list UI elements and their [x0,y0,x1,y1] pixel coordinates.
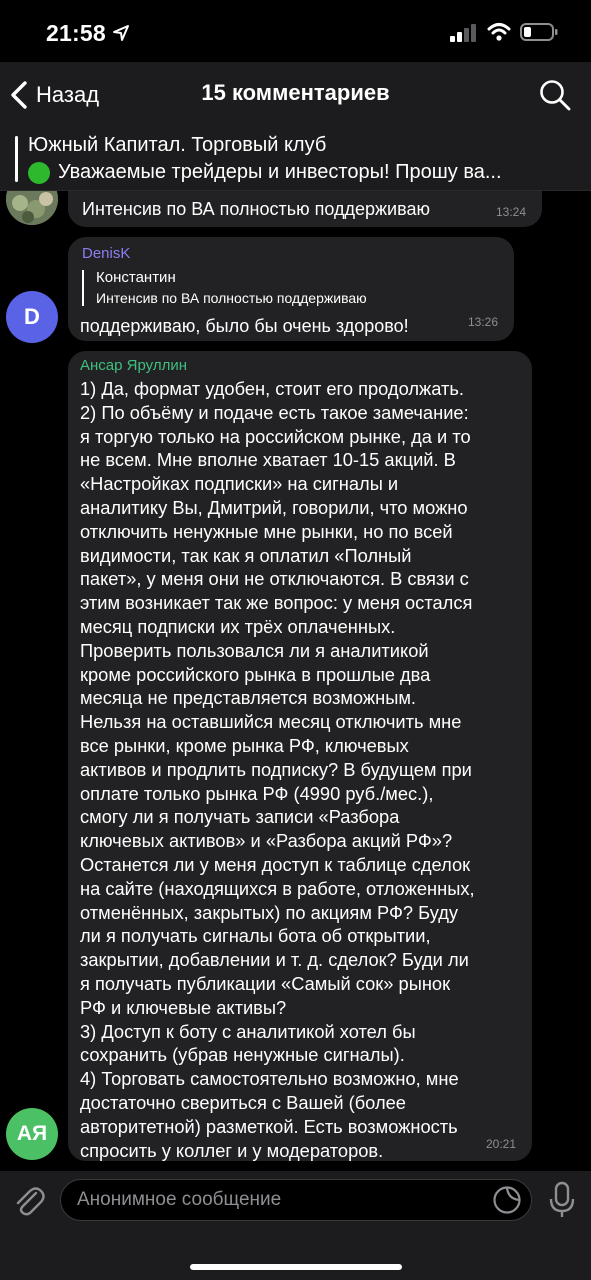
message-line: на сайте (находящихся в работе, отложенн… [80,877,475,899]
message-line: активов и продлить подписку? В будущем п… [80,758,472,780]
reply-author[interactable]: Константин [96,269,176,286]
message-bubble[interactable]: Ансар Яруллин 1) Да, формат удобен, стои… [68,351,532,1161]
pinned-post-text: Уважаемые трейдеры и инвесторы! Прошу ва… [58,161,502,183]
message-line: Нельзя на оставшийся месяц отключить мне [80,711,462,733]
green-circle-icon [28,161,50,184]
pinned-post-header[interactable]: Южный Капитал. Торговый клуб Уважаемые т… [0,128,591,191]
back-label: Назад [36,82,100,107]
avatar[interactable]: АЯ [6,1108,58,1160]
navigation-bar: Назад 15 комментариев [0,62,591,128]
pinned-post-preview: Уважаемые трейдеры и инвесторы! Прошу ва… [28,161,568,184]
pinned-accent-bar [15,136,18,182]
message-line: Останется ли у меня доступ к таблице сде… [80,853,471,875]
message-line: смогу ли я получать записи «Разбора [80,806,400,828]
paperclip-icon[interactable] [12,1183,46,1219]
message-line: я торгую только на российском рынке, да … [80,425,471,447]
message-line: достаточно свериться с Вашей (более [80,1091,406,1113]
message-time: 13:26 [467,315,498,329]
chevron-left-icon [11,81,27,109]
message-line: пакет», у меня они не отключаются. В свя… [80,568,469,590]
message-line: я получать публикации «Самый сок» рынок [80,972,451,994]
message-line: аналитику Вы, Дмитрий, говорили, что мож… [80,496,468,518]
message-line: месяц подписки их трёх оплаченных. [80,615,396,637]
reply-text[interactable]: Интенсив по ВА полностью поддерживаю [96,290,367,306]
message-composer [0,1171,591,1280]
message-text: поддерживаю, было бы очень здорово! [80,316,409,336]
message-line: видимости, так как я оплатил «Полный [80,544,412,566]
sticker-icon[interactable] [492,1185,522,1215]
avatar[interactable]: D [6,291,58,343]
message-text: 1) Да, формат удобен, стоит его продолжа… [80,377,526,1162]
message-line: кроме российского рынка в прошлые два [80,663,431,685]
home-indicator [190,1264,402,1270]
avatar-photo [6,191,58,225]
avatar[interactable] [6,191,58,225]
message-line: 3) Доступ к боту с аналитикой хотел бы [80,1020,416,1042]
message-line: ключевых активов» и «Разбора акций РФ»? [80,830,453,852]
reply-accent-bar [82,270,84,306]
message-line: Проверить пользовался ли я аналитикой [80,639,429,661]
message-line: отключить ненужные мне рынки, но по всей [80,520,453,542]
message-line: месяца не представляется возможным. [80,687,417,709]
message-bubble[interactable]: Интенсив по ВА полностью поддерживаю 13:… [68,191,542,227]
message-line: 1) Да, формат удобен, стоит его продолжа… [80,378,464,399]
back-button[interactable]: Назад [8,78,99,112]
message-line: РФ и ключевые активы? [80,996,287,1018]
message-time: 20:21 [485,1137,516,1151]
message-time: 13:24 [495,205,526,219]
wifi-icon [487,23,511,41]
sender-name[interactable]: DenisK [82,245,130,262]
message-line: оплате только рынка РФ (4990 руб./мес.), [80,782,434,804]
search-icon[interactable] [538,78,572,112]
message-line: сохранить (убрав ненужные сигналы). [80,1044,405,1066]
channel-title: Южный Капитал. Торговый клуб [28,134,327,156]
message-input[interactable] [60,1179,532,1221]
message-list[interactable]: Интенсив по ВА полностью поддерживаю 13:… [0,191,591,1171]
message-line: не всем. Мне вполне хватает 10-15 акций.… [80,449,456,471]
message-line: 4) Торговать самостоятельно возможно, мн… [80,1068,459,1090]
microphone-icon[interactable] [548,1181,576,1219]
message-line: спросить у коллег и у модераторов. [80,1139,384,1161]
message-bubble[interactable]: DenisK Константин Интенсив по ВА полност… [68,237,514,341]
battery-icon [520,23,558,41]
message-line: закрытии, добавлении и т. д. сделок? Буд… [80,949,469,971]
location-arrow-icon [113,25,129,41]
status-time: 21:58 [46,20,106,46]
message-text: Интенсив по ВА полностью поддерживаю [82,199,430,219]
message-line: авторитетной) разметкой. Есть возможност… [80,1115,458,1137]
message-line: 2) По объёму и подаче есть такое замечан… [80,401,469,423]
message-line: ли я получать сигналы бота об открытии, [80,925,431,947]
message-line: «Настройках подписки» на сигналы и [80,473,399,495]
signal-icon [450,24,476,42]
sender-name[interactable]: Ансар Яруллин [80,357,187,374]
message-line: отменённых, закрытых) по акциям РФ? Буду [80,901,459,923]
message-line: все рынки, кроме рынка РФ, ключевых [80,734,409,756]
message-line: этим возникает так же вопрос: у меня ост… [80,592,473,614]
